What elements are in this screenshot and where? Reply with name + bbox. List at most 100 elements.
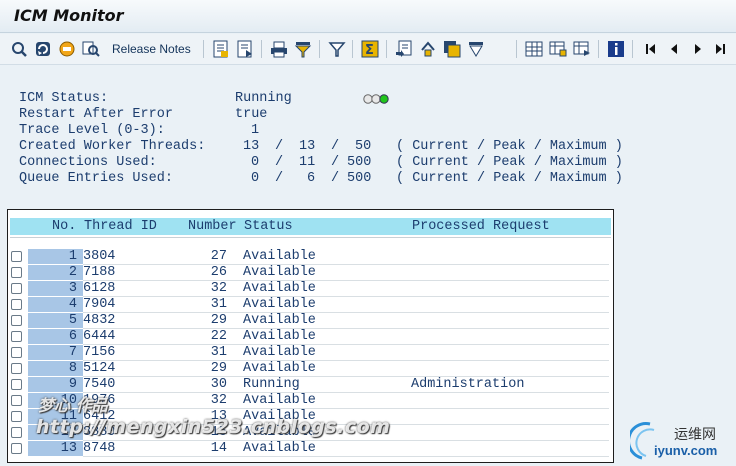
row-select-checkbox[interactable] bbox=[11, 299, 22, 310]
slash: / bbox=[331, 171, 340, 186]
worker-threads-maximum: 50 bbox=[355, 139, 372, 154]
first-page-icon[interactable] bbox=[642, 40, 660, 58]
queue-current: 0 bbox=[251, 171, 260, 186]
row-select-checkbox[interactable] bbox=[11, 395, 22, 406]
toolbar-separator bbox=[203, 40, 204, 58]
header-divider bbox=[10, 237, 611, 238]
table-row[interactable]: 5 4832 29 Available bbox=[8, 313, 611, 329]
connections-current: 0 bbox=[251, 155, 260, 170]
status-cell: Available bbox=[243, 393, 316, 408]
slash: / bbox=[331, 155, 340, 170]
row-select-checkbox[interactable] bbox=[11, 379, 22, 390]
restart-after-error-value: true bbox=[235, 107, 268, 122]
thread-id-cell: 7188 bbox=[83, 265, 116, 280]
row-select-checkbox[interactable] bbox=[11, 331, 22, 342]
table-row[interactable]: 6 6444 22 Available bbox=[8, 329, 611, 345]
column-header-thread-id[interactable]: Thread ID bbox=[84, 219, 157, 234]
queue-legend: ( Current / Peak / Maximum ) bbox=[396, 171, 623, 186]
slash: / bbox=[275, 155, 284, 170]
layout-icon[interactable] bbox=[525, 40, 543, 58]
table-row[interactable]: 1 3804 27 Available bbox=[8, 249, 611, 265]
column-header-number[interactable]: Number bbox=[188, 219, 237, 234]
trace-level-label: Trace Level (0-3): bbox=[19, 123, 165, 138]
table-row[interactable]: 2 7188 26 Available bbox=[8, 265, 611, 281]
row-number-cell: 7 bbox=[28, 345, 83, 360]
page-title: ICM Monitor bbox=[14, 6, 124, 25]
svg-text:Σ: Σ bbox=[365, 43, 374, 58]
row-select-checkbox[interactable] bbox=[11, 411, 22, 422]
search-icon[interactable] bbox=[82, 40, 100, 58]
detail-list-icon[interactable] bbox=[236, 40, 254, 58]
table-row[interactable]: 7 7156 31 Available bbox=[8, 345, 611, 361]
table-row[interactable]: 13 8748 14 Available bbox=[8, 441, 611, 457]
stop-icon[interactable] bbox=[58, 40, 76, 58]
row-select-checkbox[interactable] bbox=[11, 363, 22, 374]
row-number-cell: 5 bbox=[28, 313, 83, 328]
watermark-author: 梦心 作品 bbox=[38, 396, 108, 415]
export-icon[interactable] bbox=[395, 40, 413, 58]
worker-threads-current: 13 bbox=[243, 139, 260, 154]
change-layout-icon[interactable] bbox=[549, 40, 567, 58]
site-name: 运维网 bbox=[674, 427, 716, 443]
status-cell: Available bbox=[243, 249, 316, 264]
sort-icon[interactable] bbox=[467, 40, 485, 58]
release-notes-button[interactable]: Release Notes bbox=[112, 42, 191, 56]
toolbar-separator bbox=[516, 40, 517, 58]
row-number-cell: 13 bbox=[28, 441, 83, 456]
number-cell: 32 bbox=[210, 281, 227, 296]
toolbar-separator bbox=[319, 40, 320, 58]
trace-level-value: 1 bbox=[251, 123, 260, 138]
row-select-checkbox[interactable] bbox=[11, 283, 22, 294]
number-cell: 27 bbox=[210, 249, 227, 264]
toolbar-separator bbox=[632, 40, 633, 58]
worker-threads-legend: ( Current / Peak / Maximum ) bbox=[396, 139, 623, 154]
table-row[interactable]: 4 7904 31 Available bbox=[8, 297, 611, 313]
number-cell: 14 bbox=[210, 441, 227, 456]
row-select-checkbox[interactable] bbox=[11, 427, 22, 438]
connections-peak: 11 bbox=[299, 155, 316, 170]
table-row[interactable]: 9 7540 30 Running Administration bbox=[8, 377, 611, 393]
save-icon[interactable] bbox=[443, 40, 461, 58]
refresh-icon[interactable] bbox=[10, 40, 28, 58]
table-row[interactable]: 3 6128 32 Available bbox=[8, 281, 611, 297]
reload-icon[interactable] bbox=[34, 40, 52, 58]
row-select-checkbox[interactable] bbox=[11, 267, 22, 278]
row-number-cell: 4 bbox=[28, 297, 83, 312]
last-page-icon[interactable] bbox=[711, 40, 729, 58]
details-icon[interactable] bbox=[212, 40, 230, 58]
filter-set-icon[interactable] bbox=[328, 40, 346, 58]
thread-id-cell: 6444 bbox=[83, 329, 116, 344]
processed-request-cell: Administration bbox=[411, 377, 525, 392]
slash: / bbox=[331, 139, 340, 154]
thread-id-cell: 4832 bbox=[83, 313, 116, 328]
thread-id-cell: 8748 bbox=[83, 441, 116, 456]
row-select-checkbox[interactable] bbox=[11, 315, 22, 326]
status-cell: Available bbox=[243, 281, 316, 296]
thread-id-cell: 5124 bbox=[83, 361, 116, 376]
number-cell: 32 bbox=[210, 393, 227, 408]
select-layout-icon[interactable] bbox=[573, 40, 591, 58]
row-number-cell: 8 bbox=[28, 361, 83, 376]
column-header-no[interactable]: No. bbox=[52, 219, 76, 234]
status-cell: Available bbox=[243, 345, 316, 360]
next-page-icon[interactable] bbox=[688, 40, 706, 58]
column-header-status[interactable]: Status bbox=[244, 219, 293, 234]
table-row[interactable]: 8 5124 29 Available bbox=[8, 361, 611, 377]
row-select-checkbox[interactable] bbox=[11, 347, 22, 358]
row-number-cell: 1 bbox=[28, 249, 83, 264]
status-cell: Running bbox=[243, 377, 300, 392]
import-icon[interactable] bbox=[419, 40, 437, 58]
sum-icon[interactable]: Σ bbox=[361, 40, 379, 58]
row-select-checkbox[interactable] bbox=[11, 443, 22, 454]
print-icon[interactable] bbox=[270, 40, 288, 58]
column-header-processed-request[interactable]: Processed Request bbox=[412, 219, 550, 234]
thread-id-cell: 3804 bbox=[83, 249, 116, 264]
number-cell: 29 bbox=[210, 313, 227, 328]
slash: / bbox=[275, 171, 284, 186]
previous-page-icon[interactable] bbox=[665, 40, 683, 58]
row-select-checkbox[interactable] bbox=[11, 251, 22, 262]
info-icon[interactable] bbox=[607, 40, 625, 58]
traffic-light-icon bbox=[363, 94, 389, 104]
thread-id-cell: 7540 bbox=[83, 377, 116, 392]
filter-icon[interactable] bbox=[294, 40, 312, 58]
